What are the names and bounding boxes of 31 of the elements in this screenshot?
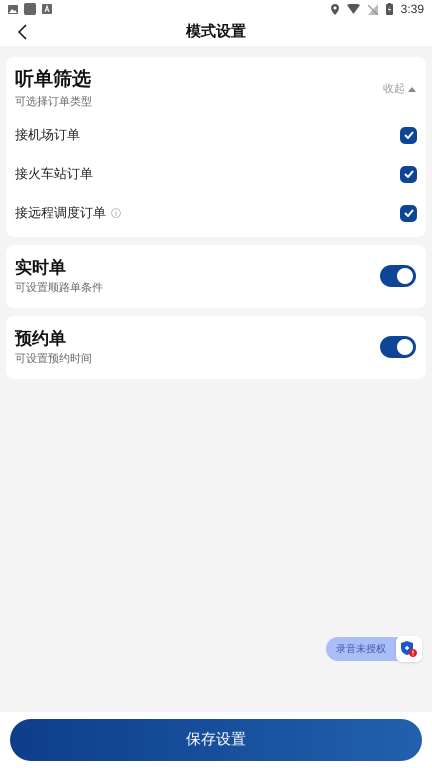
collapse-button[interactable]: 收起 — [383, 80, 416, 97]
option-label: 接机场订单 — [15, 126, 80, 144]
checkbox[interactable] — [400, 126, 417, 144]
check-icon — [404, 209, 414, 217]
app-icon — [24, 3, 36, 15]
card-subtitle: 可设置顺路单条件 — [15, 280, 103, 296]
save-button[interactable]: 保存设置 — [10, 719, 422, 761]
shield-alert-icon[interactable] — [396, 636, 422, 662]
checkbox[interactable] — [400, 204, 417, 222]
card-title: 实时单 — [15, 256, 67, 279]
option-label: 接火车站订单 — [15, 165, 93, 184]
no-signal-icon — [368, 4, 378, 14]
page-title: 模式设置 — [186, 22, 246, 42]
checkbox[interactable] — [400, 166, 417, 182]
card-subtitle: 可设置预约时间 — [15, 352, 92, 367]
status-time: 3:39 — [400, 1, 424, 18]
check-icon — [404, 170, 414, 178]
permission-badge[interactable]: 录音未授权 — [326, 637, 398, 661]
card-subtitle: 可选择订单类型 — [15, 95, 92, 110]
card-title: 听单筛选 — [15, 68, 92, 92]
image-icon — [8, 4, 18, 14]
caret-icon — [408, 86, 416, 92]
toggle-switch[interactable] — [380, 265, 416, 287]
wifi-icon — [346, 4, 360, 14]
battery-icon — [386, 3, 393, 15]
card-title: 预约单 — [15, 328, 67, 350]
check-icon — [404, 131, 414, 139]
location-icon — [330, 4, 339, 14]
text-icon — [42, 4, 52, 14]
toggle-switch[interactable] — [380, 336, 416, 358]
option-label: 接远程调度订单 — [15, 204, 106, 222]
